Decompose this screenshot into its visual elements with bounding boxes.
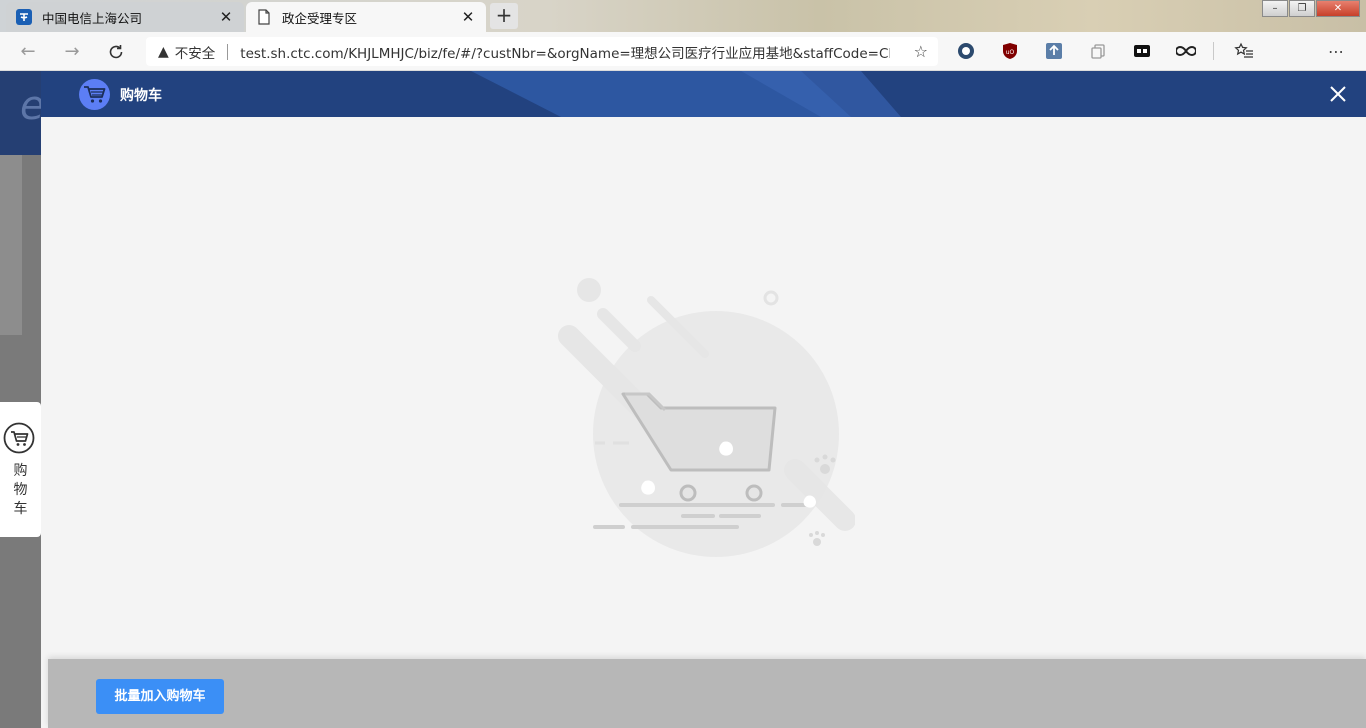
cart-header-badge [79,79,110,110]
tab-title: 中国电信上海公司 [42,10,143,26]
browser-tab-enterprise[interactable]: 政企受理专区 ✕ [246,2,486,32]
back-arrow-icon[interactable]: ← [16,40,40,64]
upload-arrow-icon[interactable] [1044,41,1064,61]
window-controls: – ❐ ✕ [1262,0,1360,17]
tab-close-icon[interactable]: ✕ [460,9,476,25]
address-bar[interactable]: ▲ 不安全 test.sh.ctc.com/KHJLMHJC/biz/fe/#/… [146,37,938,66]
shopping-cart-icon [83,85,105,103]
browser-tab-telecom[interactable]: 中国电信上海公司 ✕ [6,2,244,32]
page-sidebar-shade [0,155,22,335]
omnibox-divider [227,43,229,60]
favorites-list-icon[interactable] [1234,41,1254,61]
close-window-button[interactable]: ✕ [1316,0,1360,17]
batch-add-to-cart-button[interactable]: 批量加入购物车 [96,679,224,714]
add-favorite-star-icon[interactable]: ☆ [914,42,928,61]
cart-drawer: 购物车 批量加入购物车 [41,71,1366,728]
drawer-title: 购物车 [120,88,162,104]
infinity-icon[interactable] [1176,41,1196,61]
extension-glasses-icon[interactable] [1132,41,1152,61]
new-tab-button[interactable]: + [490,3,518,29]
more-menu-icon[interactable]: ⋯ [1326,41,1346,61]
svg-text:uO: uO [1006,49,1015,56]
extension-blue-circle-icon[interactable] [956,41,976,61]
drawer-header: 购物车 [41,71,1366,117]
tab-title: 政企受理专区 [282,10,358,26]
floating-cart-button[interactable]: 购物车 [0,402,41,537]
floating-cart-label: 购物车 [13,463,28,517]
page-favicon-icon [256,9,272,25]
toolbar-divider [1213,42,1214,60]
forward-arrow-icon[interactable]: → [60,40,84,64]
china-telecom-favicon-icon [16,9,32,25]
security-status[interactable]: 不安全 [175,42,216,62]
minimize-window-button[interactable]: – [1262,0,1288,17]
header-stripe-decoration [471,71,901,117]
browser-tab-strip: 中国电信上海公司 ✕ 政企受理专区 ✕ + – ❐ ✕ [0,0,1366,32]
page-header-background: e [0,71,45,155]
ublock-shield-icon[interactable]: uO [1000,41,1020,61]
tab-close-icon[interactable]: ✕ [218,9,234,25]
restore-window-button[interactable]: ❐ [1289,0,1315,17]
drawer-footer: 批量加入购物车 [48,659,1366,728]
browser-toolbar: ← → ▲ 不安全 test.sh.ctc.com/KHJLMHJC/biz/f… [0,32,1366,71]
close-icon[interactable] [1328,84,1348,104]
shopping-cart-icon [3,422,34,454]
warning-triangle-icon[interactable]: ▲ [158,44,169,60]
copy-icon[interactable] [1088,41,1108,61]
empty-cart-illustration [558,278,855,557]
reload-icon[interactable] [104,40,128,64]
url-text[interactable]: test.sh.ctc.com/KHJLMHJC/biz/fe/#/?custN… [240,42,890,62]
